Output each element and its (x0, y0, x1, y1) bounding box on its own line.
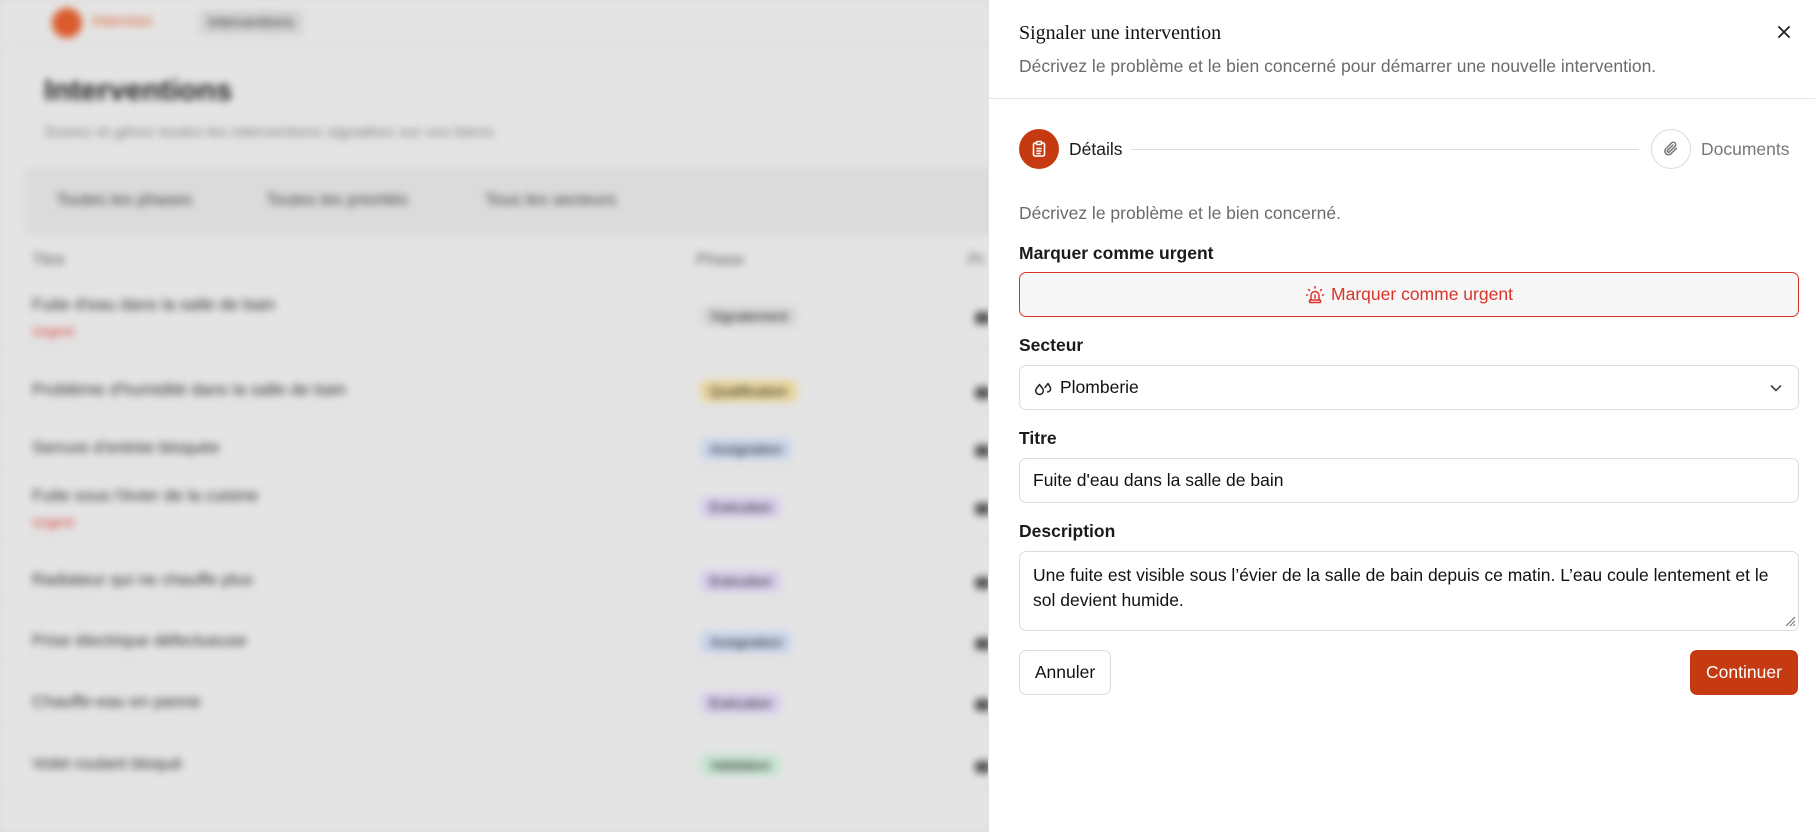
close-button[interactable] (1772, 20, 1796, 44)
step-details-label: Détails (1069, 139, 1123, 159)
description-label: Description (1019, 521, 1116, 541)
description-textarea[interactable]: Une fuite est visible sous l’évier de la… (1019, 551, 1799, 631)
stepper: Détails Documents (1019, 129, 1799, 169)
sector-select[interactable]: Plomberie (1019, 365, 1799, 410)
modal-overlay[interactable] (0, 0, 988, 832)
step-documents[interactable] (1651, 129, 1691, 169)
form-intro: Décrivez le problème et le bien concerné… (1019, 203, 1341, 223)
clipboard-icon (1032, 140, 1046, 157)
droplets-icon (1034, 382, 1052, 395)
mark-urgent-button[interactable]: Marquer comme urgent (1019, 272, 1799, 317)
cancel-button[interactable]: Annuler (1019, 650, 1111, 695)
chevron-down-icon (1770, 384, 1782, 391)
paperclip-icon (1664, 141, 1678, 156)
siren-icon (1305, 285, 1325, 303)
step-documents-label: Documents (1701, 139, 1790, 159)
panel-title: Signaler une intervention (1019, 22, 1222, 44)
sector-label: Secteur (1019, 335, 1084, 355)
panel-header: Signaler une intervention Décrivez le pr… (989, 0, 1815, 99)
panel-description: Décrivez le problème et le bien concerné… (1019, 56, 1657, 76)
step-details[interactable] (1019, 129, 1059, 169)
urgent-label: Marquer comme urgent (1019, 243, 1214, 263)
step-connector (1131, 149, 1639, 150)
continue-button[interactable]: Continuer (1690, 650, 1798, 695)
mark-urgent-button-label: Marquer comme urgent (1331, 284, 1513, 304)
close-icon (1778, 26, 1790, 38)
title-label: Titre (1019, 428, 1057, 448)
title-input[interactable] (1019, 458, 1799, 503)
sector-select-value: Plomberie (1060, 377, 1139, 397)
report-intervention-panel: Signaler une intervention Décrivez le pr… (988, 0, 1815, 832)
